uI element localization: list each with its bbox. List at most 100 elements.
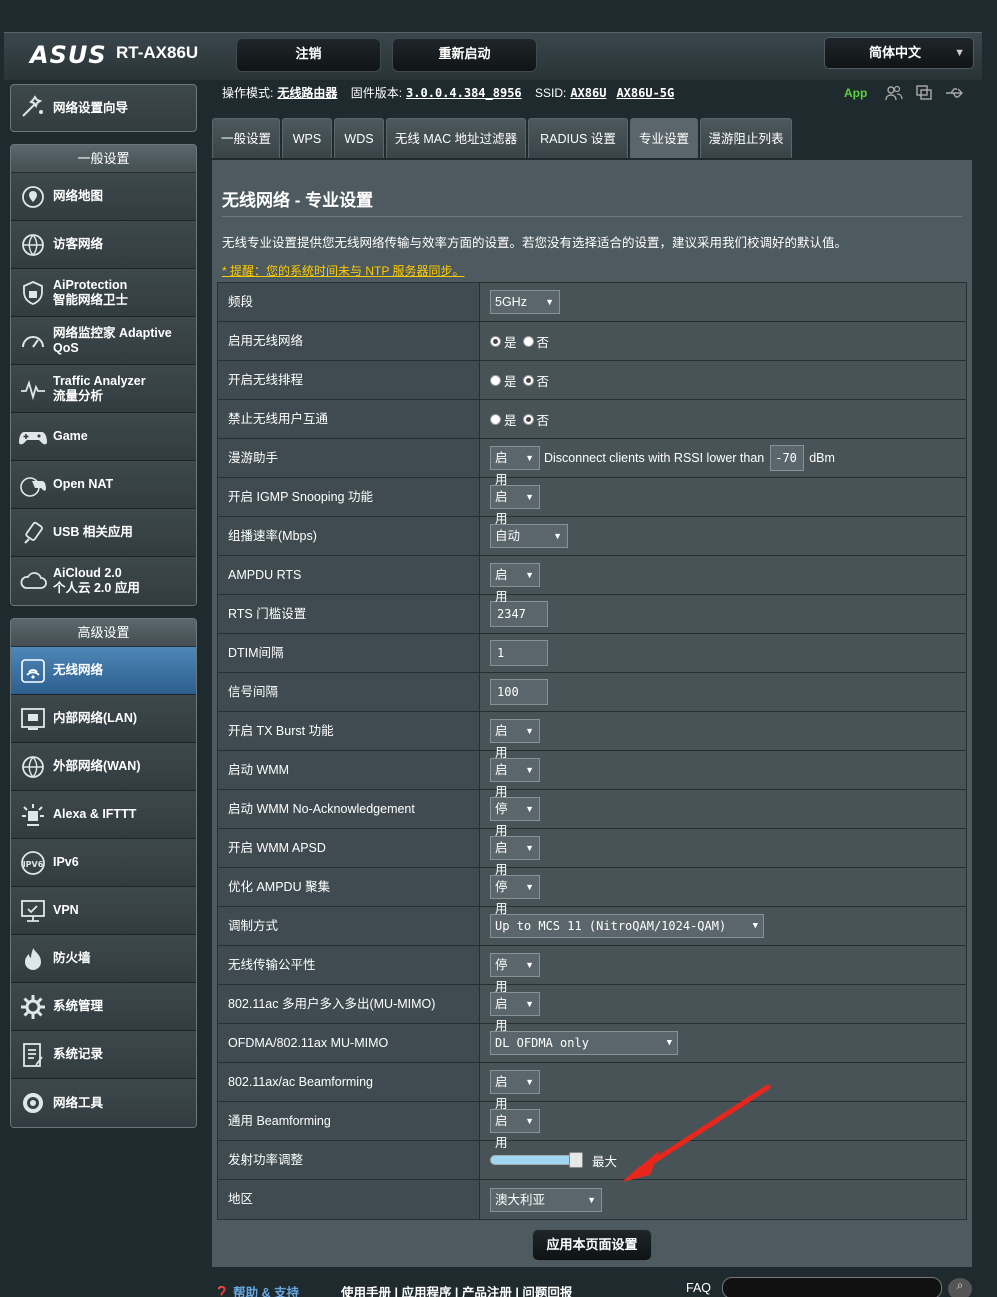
usb-status-icon[interactable]	[944, 84, 964, 102]
setting-value: 停用 ▼	[480, 946, 966, 994]
setting-input[interactable]: 100	[490, 679, 548, 705]
setting-select[interactable]: 启用 ▼	[490, 758, 540, 799]
mode-link[interactable]: 无线路由器	[277, 86, 337, 100]
network-setup-wizard[interactable]: 网络设置向导	[10, 84, 197, 132]
help-support-link[interactable]: ❓ 帮助 & 支持	[214, 1282, 299, 1297]
setting-select[interactable]: 澳大利亚 ▼	[490, 1187, 602, 1212]
page-description: 无线专业设置提供您无线网络传输与效率方面的设置。若您没有选择适合的设置，建议采用…	[222, 236, 848, 250]
radio-no[interactable]: 否	[522, 371, 550, 390]
tab-professional[interactable]: 专业设置	[630, 118, 698, 158]
sidebar-item-alexa-ifttt[interactable]: Alexa & IFTTT	[11, 791, 196, 839]
radio-button[interactable]	[490, 413, 501, 425]
tab-mac-filter[interactable]: 无线 MAC 地址过滤器	[386, 118, 526, 158]
ssid-link-1[interactable]: AX86U	[570, 86, 606, 100]
radio-yes[interactable]: 是	[490, 410, 517, 429]
setting-label: AMPDU RTS	[218, 556, 480, 594]
setting-select[interactable]: 启用 ▼	[490, 836, 540, 877]
sidebar-item-aiprotection[interactable]: AiProtection 智能网络卫士	[11, 269, 196, 317]
sidebar-item-wan[interactable]: 外部网络(WAN)	[11, 743, 196, 791]
logout-button[interactable]: 注销	[236, 38, 381, 72]
sidebar-item-label: 网络地图	[53, 189, 104, 203]
sidebar-item-vpn[interactable]: VPN	[11, 887, 196, 935]
setting-select[interactable]: 启用 ▼	[490, 485, 540, 526]
advanced-settings-menu: 高级设置 无线网络 内部网络(LAN) 外部网络(WAN) Alexa & IF…	[10, 618, 197, 1128]
setting-select[interactable]: 停用 ▼	[490, 953, 540, 994]
setting-select[interactable]: 启用 ▼	[490, 563, 540, 604]
search-icon[interactable]: ⌕	[948, 1278, 972, 1297]
setting-select[interactable]: 启用 ▼	[490, 446, 540, 487]
radio-label: 否	[536, 413, 550, 428]
radio-button[interactable]	[522, 335, 534, 347]
lan-icon	[17, 703, 49, 735]
setting-select[interactable]: 5GHz ▼	[490, 290, 560, 314]
wizard-icon	[17, 92, 49, 124]
copy-icon[interactable]	[914, 84, 934, 102]
radio-yes[interactable]: 是	[490, 332, 517, 351]
faq-label: FAQ	[686, 1281, 712, 1295]
radio-label: 是	[504, 413, 517, 428]
sidebar-item-administration[interactable]: 系统管理	[11, 983, 196, 1031]
setting-label: 组播速率(Mbps)	[218, 517, 480, 555]
setting-select[interactable]: Up to MCS 11 (NitroQAM/1024-QAM) ▼	[490, 914, 764, 938]
sidebar-item-game[interactable]: Game	[11, 413, 196, 461]
radio-yes[interactable]: 是	[490, 371, 517, 390]
setting-value: 1	[480, 634, 966, 672]
sidebar-item-label: Alexa & IFTTT	[53, 807, 137, 821]
sidebar-item-network-map[interactable]: 网络地图	[11, 173, 196, 221]
sidebar-item-adaptive-qos[interactable]: 网络监控家 Adaptive QoS	[11, 317, 196, 365]
map-icon	[17, 181, 49, 213]
setting-input[interactable]: 1	[490, 640, 548, 666]
sidebar-item-open-nat[interactable]: Open NAT	[11, 461, 196, 509]
sidebar-item-usb[interactable]: USB 相关应用	[11, 509, 196, 557]
tab-radius[interactable]: RADIUS 设置	[528, 118, 628, 158]
setting-select[interactable]: 启用 ▼	[490, 992, 540, 1033]
setting-select[interactable]: 停用 ▼	[490, 797, 540, 838]
tab-general[interactable]: 一般设置	[212, 118, 280, 158]
ssid-link-2[interactable]: AX86U-5G	[616, 86, 674, 100]
gear-icon	[17, 991, 49, 1023]
radio-button[interactable]	[490, 374, 501, 386]
setting-select[interactable]: 自动 ▼	[490, 524, 568, 548]
sidebar-item-aicloud[interactable]: AiCloud 2.0 个人云 2.0 应用	[11, 557, 196, 605]
language-select[interactable]: 简体中文 ▼	[824, 37, 974, 69]
sidebar-item-label: 无线网络	[53, 663, 104, 677]
ntp-warning-link[interactable]: * 提醒：您的系统时间未与 NTP 服务器同步。	[222, 262, 464, 279]
setting-select[interactable]: 启用 ▼	[490, 1070, 540, 1111]
setting-row: OFDMA/802.11ax MU-MIMO DL OFDMA only ▼	[218, 1024, 966, 1063]
faq-search-input[interactable]	[722, 1277, 942, 1297]
users-icon[interactable]	[884, 84, 904, 102]
radio-button[interactable]	[522, 374, 534, 386]
firmware-link[interactable]: 3.0.0.4.384_8956	[406, 86, 522, 100]
sidebar-item-firewall[interactable]: 防火墙	[11, 935, 196, 983]
slider-thumb[interactable]	[569, 1152, 583, 1168]
radio-no[interactable]: 否	[522, 410, 550, 429]
app-link[interactable]: App	[844, 86, 867, 100]
setting-select[interactable]: 启用 ▼	[490, 1109, 540, 1150]
radio-button[interactable]	[522, 413, 534, 425]
radio-label: 否	[536, 374, 550, 389]
sidebar-item-lan[interactable]: 内部网络(LAN)	[11, 695, 196, 743]
radio-button[interactable]	[490, 335, 501, 347]
setting-label: 发射功率调整	[218, 1141, 480, 1179]
setting-value: Up to MCS 11 (NitroQAM/1024-QAM) ▼	[480, 907, 966, 945]
sidebar-item-guest-network[interactable]: 访客网络	[11, 221, 196, 269]
select-value: DL OFDMA only	[495, 1036, 589, 1050]
title-divider	[222, 216, 962, 217]
tab-wds[interactable]: WDS	[334, 118, 384, 158]
sidebar-item-network-tools[interactable]: 网络工具	[11, 1079, 196, 1127]
sidebar-item-traffic-analyzer[interactable]: Traffic Analyzer 流量分析	[11, 365, 196, 413]
tab-roaming-block[interactable]: 漫游阻止列表	[700, 118, 792, 158]
tx-power-slider[interactable]	[490, 1152, 583, 1168]
sidebar-item-system-log[interactable]: 系统记录	[11, 1031, 196, 1079]
sidebar-item-ipv6[interactable]: IPV6 IPv6	[11, 839, 196, 887]
rssi-input[interactable]: -70	[770, 445, 805, 471]
tab-wps[interactable]: WPS	[282, 118, 332, 158]
sidebar-item-wireless[interactable]: 无线网络	[11, 647, 196, 695]
setting-select[interactable]: DL OFDMA only ▼	[490, 1031, 678, 1055]
radio-no[interactable]: 否	[522, 332, 549, 351]
setting-select[interactable]: 停用 ▼	[490, 875, 540, 916]
reboot-button[interactable]: 重新启动	[392, 38, 537, 72]
apply-button[interactable]: 应用本页面设置	[532, 1229, 652, 1261]
footer-links[interactable]: 使用手册 | 应用程序 | 产品注册 | 问题回报	[341, 1282, 572, 1297]
setting-select[interactable]: 启用 ▼	[490, 719, 540, 760]
